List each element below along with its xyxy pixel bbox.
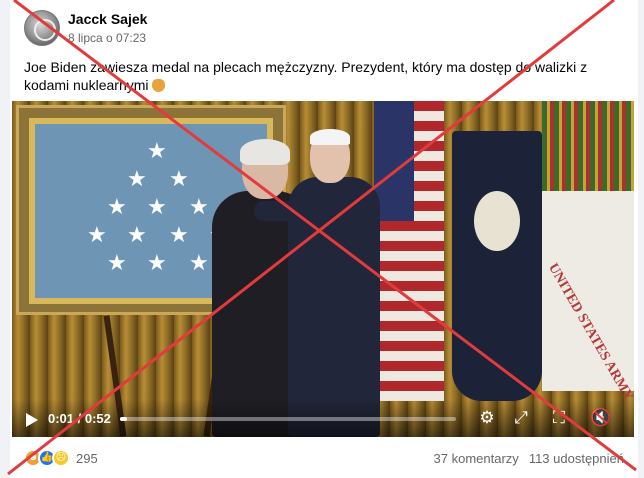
star-icon: ★ <box>107 250 127 275</box>
facepalm-emoji-icon <box>152 79 166 92</box>
biden-figure <box>254 129 382 437</box>
post-text-content: Joe Biden zawiesza medal na plecach mężc… <box>24 59 588 93</box>
video-player[interactable]: ★ ★ ★ ★ ★ ★ ★ ★ ★ ★ ★ ★ ★ UNITED STATES … <box>12 101 634 437</box>
post-header: Jacck Sajek 8 lipca o 07:23 <box>24 10 147 46</box>
author-name[interactable]: Jacck Sajek <box>68 11 147 28</box>
star-icon: ★ <box>147 250 167 275</box>
star-icon: ★ <box>147 138 167 163</box>
biden-arm <box>254 201 312 221</box>
post-footer: ☻ 👍 ☹ 295 37 komentarzy 113 udostępnień <box>24 446 624 470</box>
star-icon: ★ <box>169 166 189 191</box>
star-icon: ★ <box>107 194 127 219</box>
timestamp-text[interactable]: 8 lipca o 07:23 <box>68 31 146 45</box>
current-time: 0:01 <box>48 411 75 426</box>
progress-bar[interactable] <box>120 417 456 421</box>
post-meta: Jacck Sajek 8 lipca o 07:23 <box>68 11 147 46</box>
video-controls: 0:01 / 0:52 ⚙ ⤢ ⛶ 🔇 <box>12 399 634 437</box>
post-text: Joe Biden zawiesza medal na plecach mężc… <box>24 58 624 94</box>
video-timecode: 0:01 / 0:52 <box>48 411 111 426</box>
wow-reaction-icon: ☹ <box>52 449 70 467</box>
star-icon: ★ <box>127 166 147 191</box>
fullscreen-icon[interactable]: ⛶ <box>550 409 568 427</box>
progress-fill <box>120 417 127 421</box>
author-avatar[interactable] <box>24 10 60 46</box>
biden-hair <box>310 129 350 145</box>
star-icon: ★ <box>127 222 147 247</box>
duration: 0:52 <box>84 411 111 426</box>
expand-icon[interactable]: ⤢ <box>512 409 530 427</box>
post-stats: 37 komentarzy 113 udostępnień <box>434 451 624 466</box>
settings-icon[interactable]: ⚙ <box>478 409 496 427</box>
comments-count[interactable]: 37 komentarzy <box>434 451 519 466</box>
presidential-flag <box>452 131 542 401</box>
mute-icon[interactable]: 🔇 <box>590 409 611 427</box>
facebook-post-card: Jacck Sajek 8 lipca o 07:23 Joe Biden za… <box>10 0 638 478</box>
star-icon: ★ <box>169 222 189 247</box>
reactions-summary[interactable]: ☻ 👍 ☹ 295 <box>24 449 98 467</box>
shares-count[interactable]: 113 udostępnień <box>529 451 624 466</box>
star-icon: ★ <box>87 222 107 247</box>
army-flag <box>542 101 634 391</box>
play-icon[interactable] <box>26 413 38 427</box>
post-timestamp[interactable]: 8 lipca o 07:23 <box>68 30 147 46</box>
star-icon: ★ <box>147 194 167 219</box>
reaction-count[interactable]: 295 <box>76 451 98 466</box>
presidential-seal <box>474 191 520 251</box>
